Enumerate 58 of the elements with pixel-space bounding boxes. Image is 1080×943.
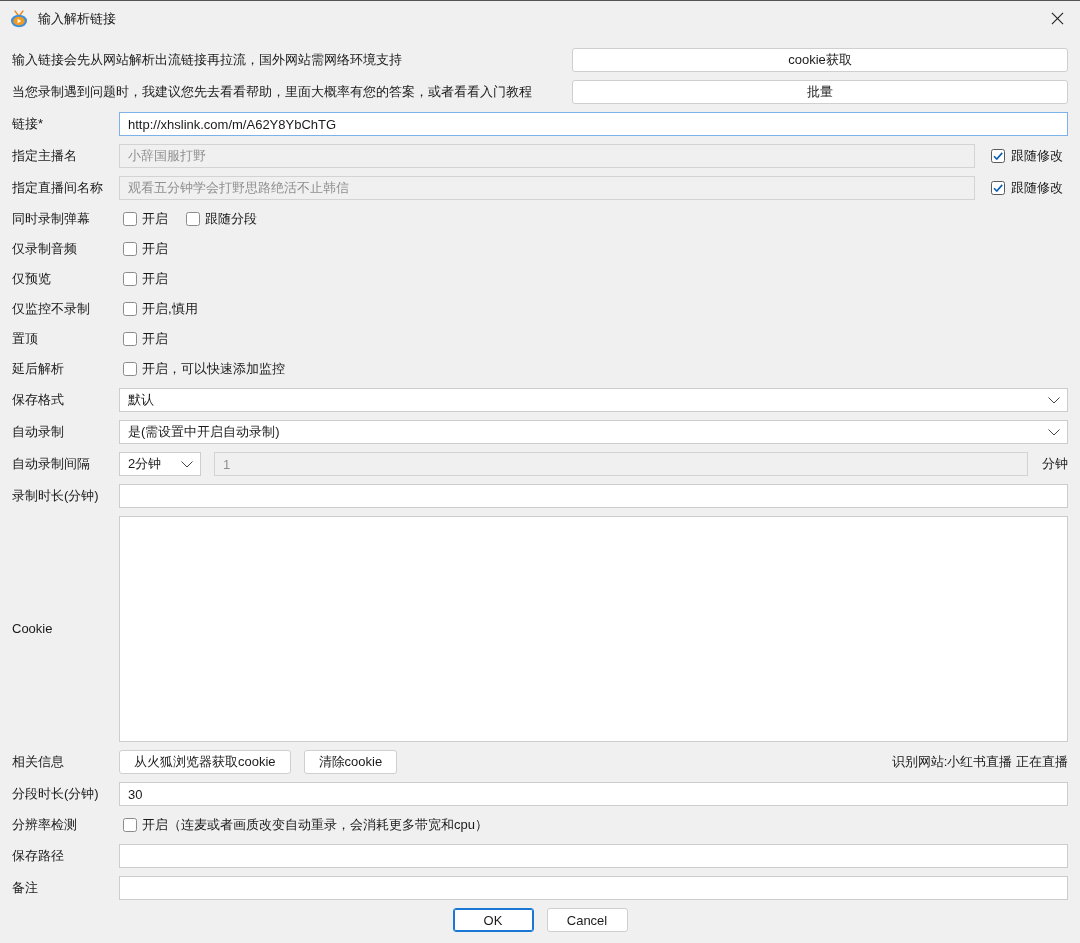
checkbox[interactable] — [123, 212, 137, 226]
text-field[interactable] — [119, 844, 1068, 868]
checkbox-label[interactable]: 开启（连麦或者画质改变自动重录，会消耗更多带宽和cpu） — [142, 817, 488, 833]
field-label: 链接* — [12, 116, 44, 131]
field-label: 保存格式 — [12, 392, 64, 407]
app-icon — [10, 9, 28, 28]
field-label: 自动录制 — [12, 424, 64, 439]
field-label: 延后解析 — [12, 361, 64, 376]
field-label: Cookie — [12, 621, 53, 636]
close-icon[interactable] — [1051, 12, 1064, 25]
checkbox-label[interactable]: 跟随分段 — [205, 211, 257, 227]
window-title: 输入解析链接 — [38, 9, 116, 28]
field-label: 备注 — [12, 880, 38, 895]
field-label: 置顶 — [12, 331, 38, 346]
field-label: 分辨率检测 — [12, 817, 77, 832]
field-label: 保存路径 — [12, 848, 64, 863]
text-field[interactable] — [119, 876, 1068, 900]
action-button[interactable]: cookie获取 — [572, 48, 1068, 72]
action-button[interactable]: 从火狐浏览器获取cookie — [119, 750, 291, 774]
text-field[interactable]: 30 — [119, 782, 1068, 806]
checkbox[interactable] — [123, 242, 137, 256]
checkbox[interactable] — [123, 818, 137, 832]
field-label: 仅监控不录制 — [12, 301, 90, 316]
text-field[interactable]: http://xhslink.com/m/A62Y8YbChTG — [119, 112, 1068, 136]
field-label: 录制时长(分钟) — [12, 488, 99, 503]
checkbox[interactable] — [186, 212, 200, 226]
field-label: 自动录制间隔 — [12, 456, 90, 471]
checkbox-label[interactable]: 开启 — [142, 241, 168, 257]
field-label: 指定直播间名称 — [12, 180, 103, 195]
field-label: 仅预览 — [12, 271, 51, 286]
field-label: 相关信息 — [12, 754, 64, 769]
unit-label: 分钟 — [1042, 456, 1068, 472]
field-label: 分段时长(分钟) — [12, 786, 99, 801]
chevron-down-icon — [1048, 429, 1060, 436]
status-text: 识别网站:小红书直播 正在直播 — [891, 754, 1068, 770]
action-button[interactable]: 清除cookie — [303, 750, 398, 774]
checkbox[interactable] — [123, 272, 137, 286]
chevron-down-icon — [181, 461, 193, 468]
field-label: 指定主播名 — [12, 148, 77, 163]
checkbox[interactable] — [123, 302, 137, 316]
checkbox-label[interactable]: 开启，可以快速添加监控 — [142, 361, 285, 377]
checkbox[interactable] — [123, 362, 137, 376]
info-text: 当您录制遇到问题时，我建议您先去看看帮助，里面大概率有您的答案，或者看看入门教程 — [12, 84, 532, 99]
chevron-down-icon — [1048, 397, 1060, 404]
checkbox-label[interactable]: 开启,慎用 — [142, 301, 198, 317]
info-text: 输入链接会先从网站解析出流链接再拉流，国外网站需网络环境支持 — [12, 52, 402, 67]
action-button[interactable]: 批量 — [572, 80, 1068, 104]
checkbox-label[interactable]: 开启 — [142, 331, 168, 347]
field-label: 仅录制音频 — [12, 241, 77, 256]
field-label: 同时录制弹幕 — [12, 211, 90, 226]
dropdown[interactable]: 默认 — [119, 388, 1068, 412]
dropdown[interactable]: 是(需设置中开启自动录制) — [119, 420, 1068, 444]
checkbox-label[interactable]: 开启 — [142, 271, 168, 287]
checkbox-label[interactable]: 开启 — [142, 211, 168, 227]
dialog-button[interactable]: Cancel — [546, 908, 628, 932]
text-field[interactable] — [119, 484, 1068, 508]
dialog-button[interactable]: OK — [452, 908, 534, 932]
checkbox[interactable] — [123, 332, 137, 346]
